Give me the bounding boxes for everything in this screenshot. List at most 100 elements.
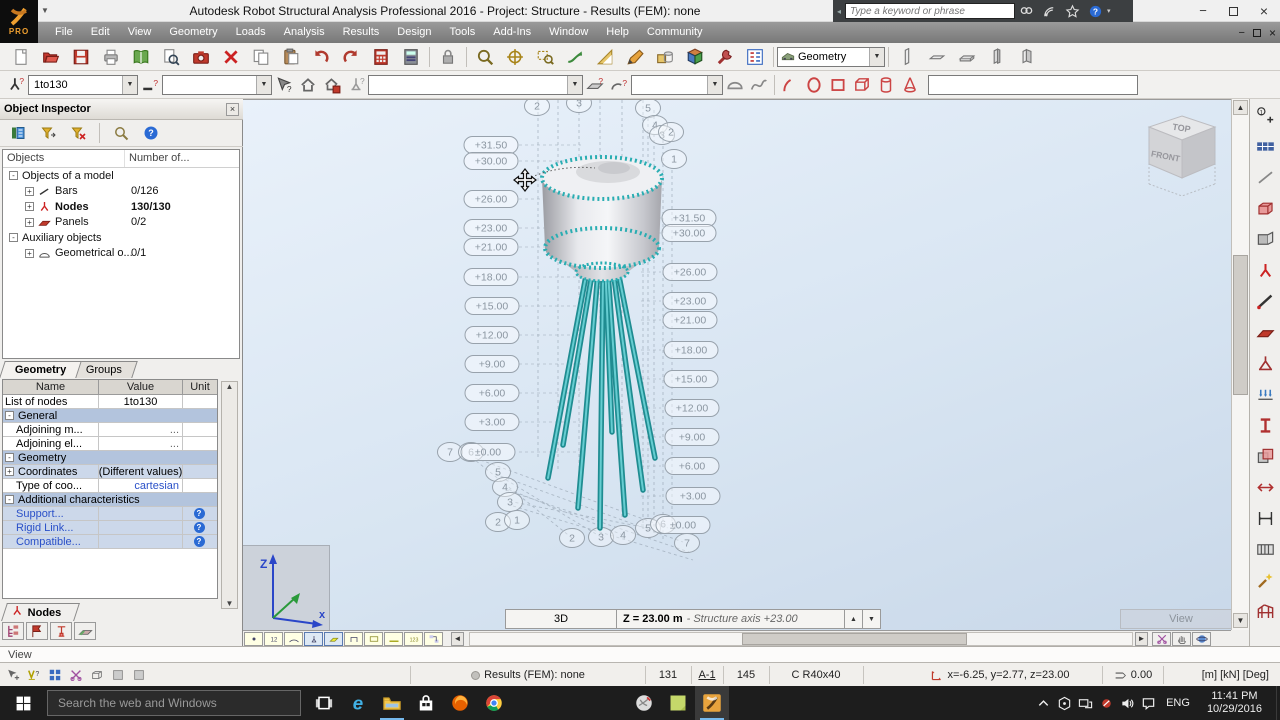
sync-device-tray-icon[interactable] xyxy=(1054,686,1075,720)
walls-button[interactable] xyxy=(1252,536,1278,562)
results-status[interactable]: Results (FEM): none xyxy=(412,663,644,687)
materials-button[interactable] xyxy=(1252,443,1278,469)
open-file-button[interactable] xyxy=(36,44,66,70)
expand-icon[interactable]: + xyxy=(25,186,34,196)
bar-shapes-toggle[interactable] xyxy=(344,631,363,646)
cladding-2-button[interactable] xyxy=(922,44,952,70)
wizard-button[interactable] xyxy=(1252,567,1278,593)
panel-flag-button[interactable] xyxy=(26,622,48,640)
print-button[interactable] xyxy=(96,44,126,70)
draw-cone-button[interactable] xyxy=(898,72,922,98)
cladding-3-button[interactable] xyxy=(952,44,982,70)
horizontal-scroll-thumb[interactable] xyxy=(742,632,967,645)
property-row-geometry[interactable]: - Geometry xyxy=(3,451,217,465)
panel-thickness-toggle[interactable] xyxy=(384,631,403,646)
section-model-button[interactable] xyxy=(1252,226,1278,252)
communicator-taskbar-button[interactable] xyxy=(627,686,661,720)
draw-circle-button[interactable] xyxy=(802,72,826,98)
screen-capture-button[interactable] xyxy=(186,44,216,70)
property-row-coordinates[interactable]: + Coordinates (Different values) xyxy=(3,465,217,479)
select-bars-button[interactable]: ? xyxy=(138,72,162,98)
section-stamp-button[interactable] xyxy=(50,622,72,640)
language-indicator[interactable]: ENG xyxy=(1159,697,1197,709)
supports-button[interactable] xyxy=(1252,350,1278,376)
node-numbers-toggle[interactable]: 12 xyxy=(264,631,283,646)
volume-tray-icon[interactable] xyxy=(1117,686,1138,720)
view-cube[interactable]: TOP FRONT xyxy=(1141,112,1223,196)
tools-wrench-button[interactable] xyxy=(710,44,740,70)
dome-tool-button[interactable] xyxy=(723,72,747,98)
cladding-1-button[interactable] xyxy=(892,44,922,70)
select-nodes-button[interactable]: ? xyxy=(4,72,28,98)
bar-arcs-toggle[interactable] xyxy=(284,631,303,646)
polyline-button[interactable] xyxy=(1252,164,1278,190)
property-row-type-of-coo[interactable]: Type of coo... cartesian xyxy=(3,479,217,493)
tree-item-auxiliary-objects[interactable]: - Auxiliary objects xyxy=(3,230,239,246)
menu-analysis[interactable]: Analysis xyxy=(275,22,334,43)
menu-design[interactable]: Design xyxy=(388,22,440,43)
tree-item-geometrical-o[interactable]: + Geometrical o... 0/1 xyxy=(3,246,239,262)
releases-button[interactable] xyxy=(1252,474,1278,500)
edge-browser-taskbar-button[interactable]: e xyxy=(341,686,375,720)
property-row-general[interactable]: - General xyxy=(3,409,217,423)
delete-button[interactable] xyxy=(216,44,246,70)
combo-dropdown-icon[interactable]: ▼ xyxy=(707,75,722,94)
tab-geometry[interactable]: Geometry xyxy=(0,361,83,378)
expand-icon[interactable]: - xyxy=(5,453,14,462)
menu-window[interactable]: Window xyxy=(540,22,597,43)
view-ghost-button[interactable]: View xyxy=(1120,609,1231,629)
property-row-adjoining-m[interactable]: Adjoining m...... xyxy=(3,423,217,437)
expand-icon[interactable]: - xyxy=(9,171,18,181)
app-logo[interactable]: PRO xyxy=(0,0,38,43)
taskbar-clock[interactable]: 11:41 PM 10/29/2016 xyxy=(1197,690,1272,716)
menu-loads[interactable]: Loads xyxy=(227,22,275,43)
panel-close-icon[interactable]: × xyxy=(226,102,239,116)
help-icon[interactable]: ? xyxy=(193,536,205,547)
view-tab-bar[interactable]: View xyxy=(0,646,1280,662)
windows-store-taskbar-button[interactable] xyxy=(409,686,443,720)
draw-arc-button[interactable] xyxy=(778,72,802,98)
node-selection-combo[interactable]: 1to130 ▼ xyxy=(28,74,138,95)
frames-button[interactable] xyxy=(1252,598,1278,624)
axis-badge-cell[interactable]: A-1 xyxy=(692,663,722,687)
child-restore-button[interactable] xyxy=(1252,28,1261,37)
task-view-taskbar-button[interactable] xyxy=(307,686,341,720)
axis-definition-button[interactable]: 1 xyxy=(1252,102,1278,128)
property-name[interactable]: Compatible... xyxy=(16,536,81,548)
save-view-button[interactable] xyxy=(320,72,344,98)
section-shapes-toggle[interactable] xyxy=(324,631,343,646)
menu-help[interactable]: Help xyxy=(597,22,638,43)
minimize-button[interactable]: − xyxy=(1199,0,1207,22)
tree-item-nodes[interactable]: + Nodes 130/130 xyxy=(3,199,239,215)
property-row-list-of-nodes[interactable]: List of nodes 1to130 xyxy=(3,395,217,409)
horizontal-scrollbar[interactable] xyxy=(469,631,1133,646)
select-supports-button[interactable]: ? xyxy=(344,72,368,98)
zoom-button[interactable] xyxy=(470,44,500,70)
show-desktop-button[interactable] xyxy=(1276,686,1280,720)
section-calculator-button[interactable] xyxy=(396,44,426,70)
undo-button[interactable] xyxy=(306,44,336,70)
lock-button[interactable] xyxy=(433,44,463,70)
layout-selector-combo[interactable]: Geometry ▼ xyxy=(777,46,885,67)
view-mode-cell[interactable]: 3D xyxy=(505,609,617,629)
support-display-toggle[interactable] xyxy=(304,631,323,646)
expand-icon[interactable]: + xyxy=(25,217,34,227)
scroll-down-icon[interactable]: ▼ xyxy=(1233,613,1248,628)
bars-button[interactable] xyxy=(1252,288,1278,314)
properties-scrollbar[interactable]: ▲ ▼ xyxy=(221,381,238,609)
measure-button[interactable] xyxy=(590,44,620,70)
update-link-button[interactable] xyxy=(560,44,590,70)
combo-dropdown-icon[interactable]: ▼ xyxy=(122,75,137,94)
snap-angle-cell[interactable]: 0.00 xyxy=(1104,663,1162,687)
command-line-field[interactable] xyxy=(928,74,1138,95)
second-screen-tray-icon[interactable] xyxy=(1075,686,1096,720)
find-icon[interactable] xyxy=(1019,4,1034,19)
property-row-rigid-link[interactable]: Rigid Link...? xyxy=(3,521,217,535)
loads-button[interactable] xyxy=(1252,381,1278,407)
water-tower-structure[interactable] xyxy=(516,155,664,531)
menu-addins[interactable]: Add-Ins xyxy=(484,22,540,43)
nodes-bottom-tab[interactable]: Nodes xyxy=(1,603,80,621)
menu-edit[interactable]: Edit xyxy=(82,22,119,43)
vertical-scroll-thumb[interactable] xyxy=(1233,255,1248,395)
property-row-compatible[interactable]: Compatible...? xyxy=(3,535,217,549)
